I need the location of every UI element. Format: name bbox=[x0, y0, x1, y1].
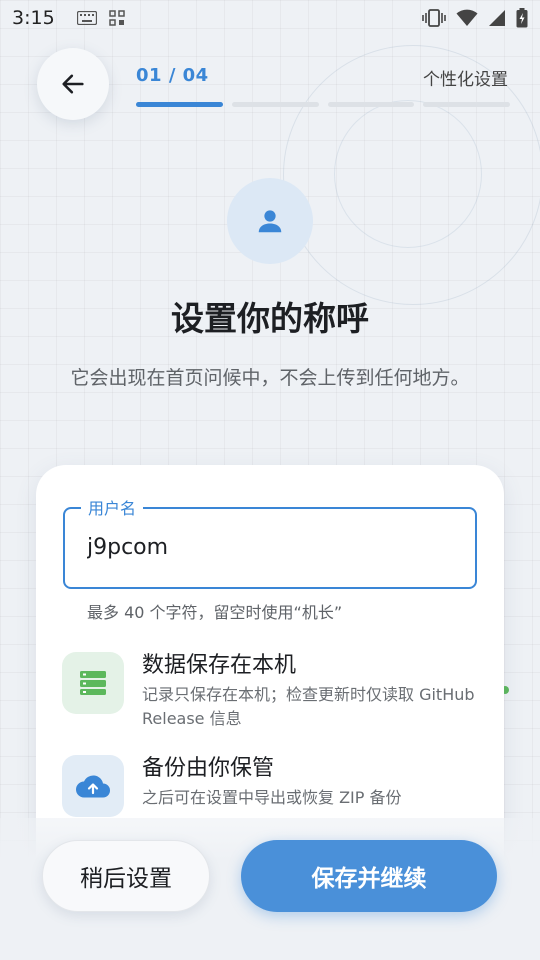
progress-segment-4 bbox=[423, 102, 510, 107]
progress-segment-1 bbox=[136, 102, 223, 107]
progress-segment-2 bbox=[231, 102, 319, 107]
progress-bar bbox=[136, 102, 510, 107]
wifi-icon bbox=[456, 9, 478, 26]
battery-icon bbox=[516, 8, 528, 28]
step-indicator: 01 / 04 bbox=[136, 65, 209, 86]
page-title: 设置你的称呼 bbox=[171, 299, 369, 338]
feature-icon-wrap bbox=[62, 755, 124, 817]
feature-local-storage: 数据保存在本机 记录只保存在本机；检查更新时仅读取 GitHub Release… bbox=[62, 652, 492, 731]
person-icon bbox=[258, 210, 282, 233]
username-helper-text: 最多 40 个字符，留空时使用“机长” bbox=[87, 603, 343, 622]
decorative-ring-inner bbox=[334, 100, 482, 248]
feature-title: 备份由你保管 bbox=[142, 756, 275, 781]
username-field[interactable]: 用户名 bbox=[63, 495, 477, 589]
apps-grid-icon bbox=[108, 10, 125, 26]
feature-backup: 备份由你保管 之后可在设置中导出或恢复 ZIP 备份 bbox=[62, 755, 492, 817]
arrow-left-icon bbox=[62, 74, 84, 94]
feature-description: 记录只保存在本机；检查更新时仅读取 GitHub Release 信息 bbox=[142, 685, 475, 728]
signal-icon bbox=[489, 10, 505, 26]
page-subtitle: 它会出现在首页问候中，不会上传到任何地方。 bbox=[70, 367, 470, 389]
cloud-upload-icon bbox=[76, 775, 110, 798]
keyboard-icon bbox=[76, 11, 97, 25]
step-title: 个性化设置 bbox=[423, 70, 508, 90]
username-input[interactable] bbox=[87, 535, 447, 560]
progress-segment-3 bbox=[327, 102, 415, 107]
save-continue-button[interactable]: 保存并继续 bbox=[241, 840, 497, 912]
status-bar: 3:15 bbox=[0, 0, 540, 36]
feature-title: 数据保存在本机 bbox=[142, 653, 297, 678]
skip-button[interactable]: 稍后设置 bbox=[42, 840, 210, 912]
username-label: 用户名 bbox=[81, 495, 144, 519]
avatar bbox=[227, 178, 313, 264]
status-time: 3:15 bbox=[12, 7, 55, 29]
storage-icon bbox=[80, 671, 106, 695]
back-button[interactable] bbox=[37, 48, 109, 120]
vibrate-icon bbox=[422, 9, 446, 27]
feature-description: 之后可在设置中导出或恢复 ZIP 备份 bbox=[142, 788, 402, 807]
settings-card: 用户名 最多 40 个字符，留空时使用“机长” 数据保存在本机 记录只保存在本机… bbox=[36, 465, 504, 865]
feature-icon-wrap bbox=[62, 652, 124, 714]
